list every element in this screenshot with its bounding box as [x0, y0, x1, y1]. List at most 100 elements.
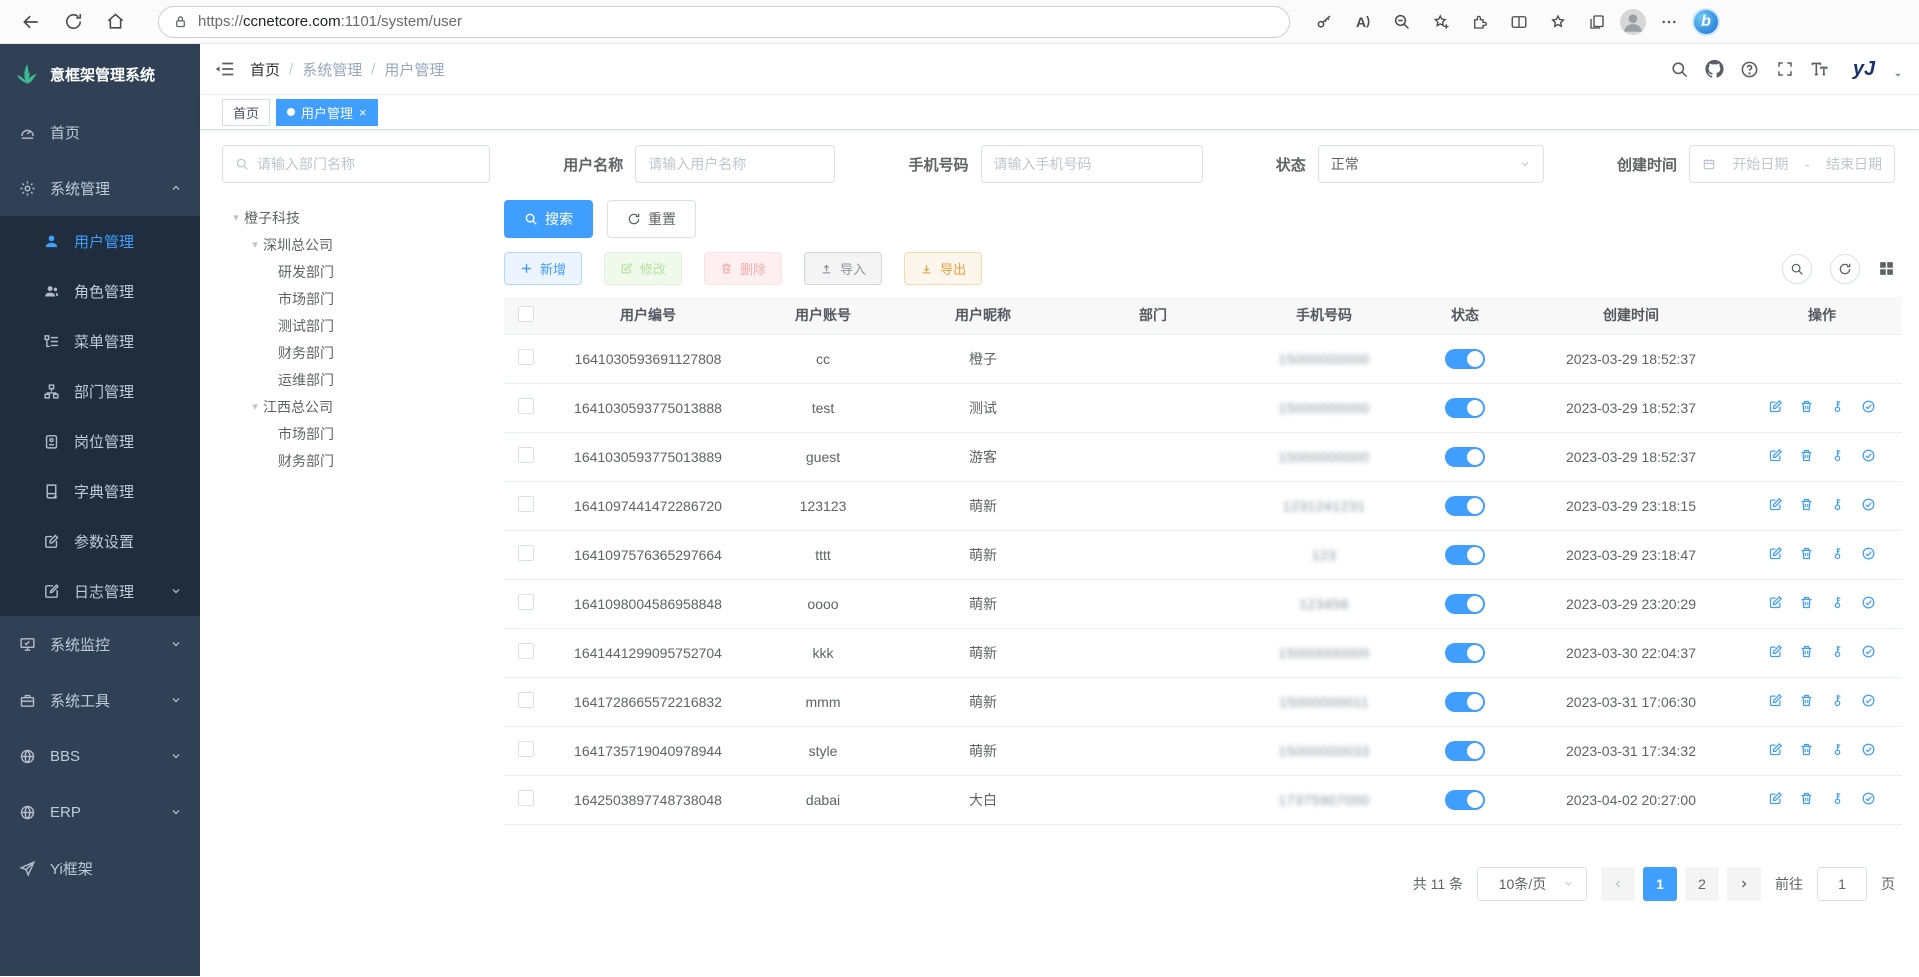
close-tag-icon[interactable]: × — [359, 105, 367, 120]
row-checkbox[interactable] — [518, 398, 534, 414]
browser-address-bar[interactable]: https://ccnetcore.com:1101/system/user — [158, 6, 1290, 38]
sidebar-item-erp[interactable]: ERP — [0, 784, 200, 840]
row-checkbox[interactable] — [518, 594, 534, 610]
row-checkbox[interactable] — [518, 496, 534, 512]
status-toggle[interactable] — [1445, 349, 1485, 369]
row-reset-password-icon[interactable] — [1830, 643, 1846, 659]
row-reset-password-icon[interactable] — [1830, 692, 1846, 708]
browser-menu-icon[interactable] — [1653, 6, 1685, 38]
tree-node[interactable]: 研发部门 — [222, 258, 490, 285]
row-edit-icon[interactable] — [1768, 398, 1784, 414]
search-button[interactable]: 搜索 — [504, 200, 593, 238]
tree-node[interactable]: 财务部门 — [222, 339, 490, 366]
phone-input[interactable] — [981, 145, 1203, 183]
edit-button[interactable]: 修改 — [604, 252, 682, 285]
help-icon[interactable] — [1740, 60, 1759, 79]
sidebar-item-home[interactable]: 首页 — [0, 104, 200, 160]
status-toggle[interactable] — [1445, 545, 1485, 565]
row-edit-icon[interactable] — [1768, 790, 1784, 806]
row-delete-icon[interactable] — [1799, 790, 1815, 806]
row-delete-icon[interactable] — [1799, 692, 1815, 708]
row-assign-role-icon[interactable] — [1861, 594, 1877, 610]
sidebar-item-system-monitor[interactable]: 系统监控 — [0, 616, 200, 672]
tree-node[interactable]: 财务部门 — [222, 447, 490, 474]
row-assign-role-icon[interactable] — [1861, 741, 1877, 757]
font-size-icon[interactable] — [1810, 60, 1829, 79]
row-assign-role-icon[interactable] — [1861, 545, 1877, 561]
favorites-bar-icon[interactable] — [1542, 6, 1574, 38]
collapse-sidebar-icon[interactable] — [214, 58, 236, 80]
row-checkbox[interactable] — [518, 741, 534, 757]
row-assign-role-icon[interactable] — [1861, 790, 1877, 806]
collections-icon[interactable] — [1581, 6, 1613, 38]
row-reset-password-icon[interactable] — [1830, 741, 1846, 757]
row-checkbox[interactable] — [518, 692, 534, 708]
status-toggle[interactable] — [1445, 496, 1485, 516]
sidebar-item-yi-framework[interactable]: Yi框架 — [0, 840, 200, 896]
user-avatar[interactable]: yJ — [1845, 54, 1883, 84]
sidebar-item-bbs[interactable]: BBS — [0, 728, 200, 784]
date-range-picker[interactable]: 开始日期 - 结束日期 — [1689, 145, 1895, 183]
browser-refresh-button[interactable] — [56, 5, 90, 39]
tree-node[interactable]: 市场部门 — [222, 420, 490, 447]
sidebar-item-log-mgmt[interactable]: 日志管理 — [0, 566, 200, 616]
row-edit-icon[interactable] — [1768, 594, 1784, 610]
tree-node[interactable]: ▾橙子科技 — [222, 204, 490, 231]
row-reset-password-icon[interactable] — [1830, 398, 1846, 414]
row-delete-icon[interactable] — [1799, 496, 1815, 512]
row-delete-icon[interactable] — [1799, 398, 1815, 414]
tree-node[interactable]: ▾深圳总公司 — [222, 231, 490, 258]
row-reset-password-icon[interactable] — [1830, 447, 1846, 463]
sidebar-item-param-settings[interactable]: 参数设置 — [0, 516, 200, 566]
tree-node[interactable]: 测试部门 — [222, 312, 490, 339]
row-checkbox[interactable] — [518, 790, 534, 806]
github-icon[interactable] — [1705, 60, 1724, 79]
header-search-icon[interactable] — [1670, 60, 1689, 79]
page-button-1[interactable]: 1 — [1643, 867, 1677, 901]
row-assign-role-icon[interactable] — [1861, 398, 1877, 414]
sidebar-item-post-mgmt[interactable]: 岗位管理 — [0, 416, 200, 466]
column-settings-icon[interactable] — [1878, 260, 1895, 277]
show-search-toggle-icon[interactable] — [1782, 254, 1812, 284]
row-assign-role-icon[interactable] — [1861, 496, 1877, 512]
dept-search-input[interactable] — [222, 145, 490, 183]
copilot-icon[interactable]: b — [1692, 8, 1720, 36]
status-toggle[interactable] — [1445, 741, 1485, 761]
sidebar-item-dict-mgmt[interactable]: 字典管理 — [0, 466, 200, 516]
row-checkbox[interactable] — [518, 545, 534, 561]
row-reset-password-icon[interactable] — [1830, 790, 1846, 806]
extensions-icon[interactable] — [1464, 6, 1496, 38]
row-reset-password-icon[interactable] — [1830, 594, 1846, 610]
browser-home-button[interactable] — [98, 5, 132, 39]
row-assign-role-icon[interactable] — [1861, 692, 1877, 708]
status-toggle[interactable] — [1445, 594, 1485, 614]
select-all-checkbox[interactable] — [518, 306, 534, 322]
browser-profile-avatar[interactable] — [1620, 9, 1646, 35]
sidebar-item-system-tools[interactable]: 系统工具 — [0, 672, 200, 728]
row-edit-icon[interactable] — [1768, 692, 1784, 708]
read-aloud-icon[interactable]: A) — [1347, 6, 1379, 38]
next-page-button[interactable] — [1727, 867, 1761, 901]
tree-node[interactable]: 市场部门 — [222, 285, 490, 312]
sidebar-item-role-mgmt[interactable]: 角色管理 — [0, 266, 200, 316]
browser-back-button[interactable] — [14, 5, 48, 39]
row-delete-icon[interactable] — [1799, 594, 1815, 610]
tag-home[interactable]: 首页 — [222, 99, 270, 126]
row-delete-icon[interactable] — [1799, 447, 1815, 463]
row-delete-icon[interactable] — [1799, 545, 1815, 561]
prev-page-button[interactable] — [1601, 867, 1635, 901]
zoom-out-icon[interactable] — [1386, 6, 1418, 38]
goto-page-input[interactable] — [1817, 867, 1867, 901]
sidebar-item-system-mgmt[interactable]: 系统管理 — [0, 160, 200, 216]
sidebar-item-menu-mgmt[interactable]: 菜单管理 — [0, 316, 200, 366]
row-checkbox[interactable] — [518, 447, 534, 463]
import-button[interactable]: 导入 — [804, 252, 882, 285]
page-size-select[interactable]: 10条/页 — [1477, 867, 1587, 901]
status-toggle[interactable] — [1445, 692, 1485, 712]
status-toggle[interactable] — [1445, 643, 1485, 663]
add-button[interactable]: 新增 — [504, 252, 582, 285]
row-edit-icon[interactable] — [1768, 447, 1784, 463]
row-edit-icon[interactable] — [1768, 496, 1784, 512]
row-edit-icon[interactable] — [1768, 643, 1784, 659]
sidebar-item-user-mgmt[interactable]: 用户管理 — [0, 216, 200, 266]
